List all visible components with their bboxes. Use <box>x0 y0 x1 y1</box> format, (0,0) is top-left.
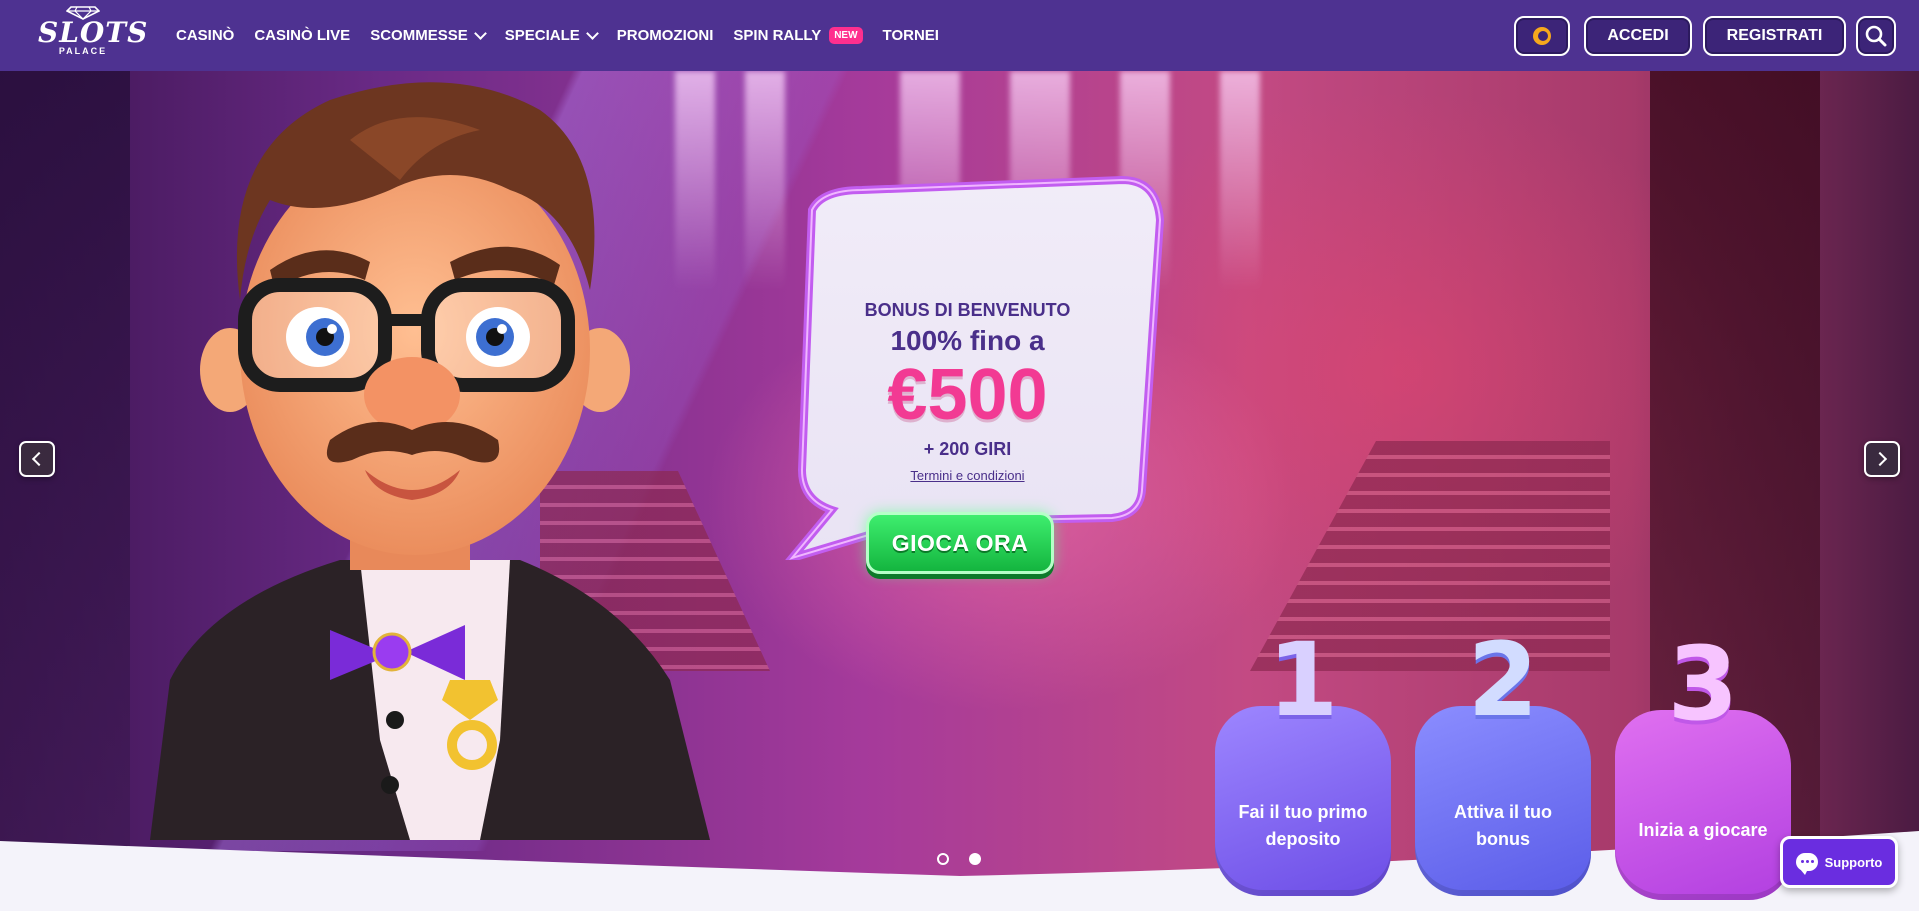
nav-promozioni[interactable]: PROMOZIONI <box>617 27 714 44</box>
step-number: 2 <box>1467 621 1539 740</box>
bonus-free-spins: + 200 GIRI <box>923 439 1012 459</box>
nav-label: PROMOZIONI <box>616 27 714 44</box>
chevron-left-icon <box>31 451 47 467</box>
step-number: 3 <box>1667 625 1739 744</box>
logo-word: SLOTS <box>38 16 149 49</box>
nav-label: SCOMMESSE <box>370 27 468 44</box>
search-icon <box>1865 25 1887 47</box>
step-number: 1 <box>1267 621 1339 740</box>
top-header: SLOTS PALACE CASINÒ CASINÒ LIVE SCOMMESSE S… <box>0 0 1919 71</box>
play-now-button[interactable]: GIOCA ORA <box>866 512 1054 574</box>
terms-link[interactable]: Termini e condizioni <box>910 468 1024 483</box>
bonus-amount: €500 <box>887 355 1048 435</box>
host-character-illustration <box>150 82 710 840</box>
carousel-dot-1[interactable] <box>937 853 949 865</box>
support-chat-button[interactable]: Supporto <box>1780 836 1898 888</box>
chevron-down-icon <box>473 26 487 40</box>
step-card-deposit: 1 Fai il tuo primo deposito <box>1215 626 1391 896</box>
nav-label: CASINÒ <box>176 27 235 44</box>
new-badge: NEW <box>829 27 863 44</box>
nav-label: SPECIALE <box>504 27 580 44</box>
nav-casino-live[interactable]: CASINÒ LIVE <box>254 27 350 44</box>
step-label: Attiva il tuo bonus <box>1454 802 1552 849</box>
coin-icon <box>1533 27 1551 45</box>
nav-speciale[interactable]: SPECIALE <box>504 26 599 44</box>
main-nav: CASINÒ CASINÒ LIVE SCOMMESSE SPECIALE PROMOZ… <box>176 0 959 71</box>
nav-label: SPIN RALLY <box>733 27 822 44</box>
search-button[interactable] <box>1856 16 1896 56</box>
bonus-title: BONUS DI BENVENUTO <box>864 300 1071 320</box>
register-button[interactable]: REGISTRATI <box>1703 16 1846 56</box>
carousel-prev-button[interactable] <box>19 441 55 477</box>
carousel-next-button[interactable] <box>1864 441 1900 477</box>
step-card-activate-bonus: 2 Attiva il tuo bonus <box>1415 626 1591 896</box>
login-button[interactable]: ACCEDI <box>1584 16 1692 56</box>
coin-button[interactable] <box>1514 16 1570 56</box>
nav-spin-rally[interactable]: SPIN RALLY NEW <box>733 27 863 44</box>
carousel-dot-2[interactable] <box>969 853 981 865</box>
chevron-down-icon <box>585 26 599 40</box>
support-label: Supporto <box>1824 854 1883 870</box>
step-label: Fai il tuo primo deposito <box>1238 802 1368 849</box>
step-card-start-playing: 3 Inizia a giocare <box>1615 630 1791 900</box>
welcome-bonus-panel: BONUS DI BENVENUTO 100% fino a €500 + 20… <box>790 228 1145 485</box>
nav-scommesse[interactable]: SCOMMESSE <box>370 26 487 44</box>
nav-label: TORNEI <box>882 27 939 44</box>
nav-tornei[interactable]: TORNEI <box>883 27 939 44</box>
chevron-right-icon <box>1872 451 1888 467</box>
chat-bubble-icon <box>1795 853 1818 875</box>
slots-palace-logo[interactable]: SLOTS PALACE <box>38 6 149 66</box>
nav-label: CASINÒ LIVE <box>254 27 351 44</box>
nav-casino[interactable]: CASINÒ <box>176 27 234 44</box>
step-label: Inizia a giocare <box>1638 819 1768 840</box>
bonus-percent-line: 100% fino a <box>890 325 1045 356</box>
